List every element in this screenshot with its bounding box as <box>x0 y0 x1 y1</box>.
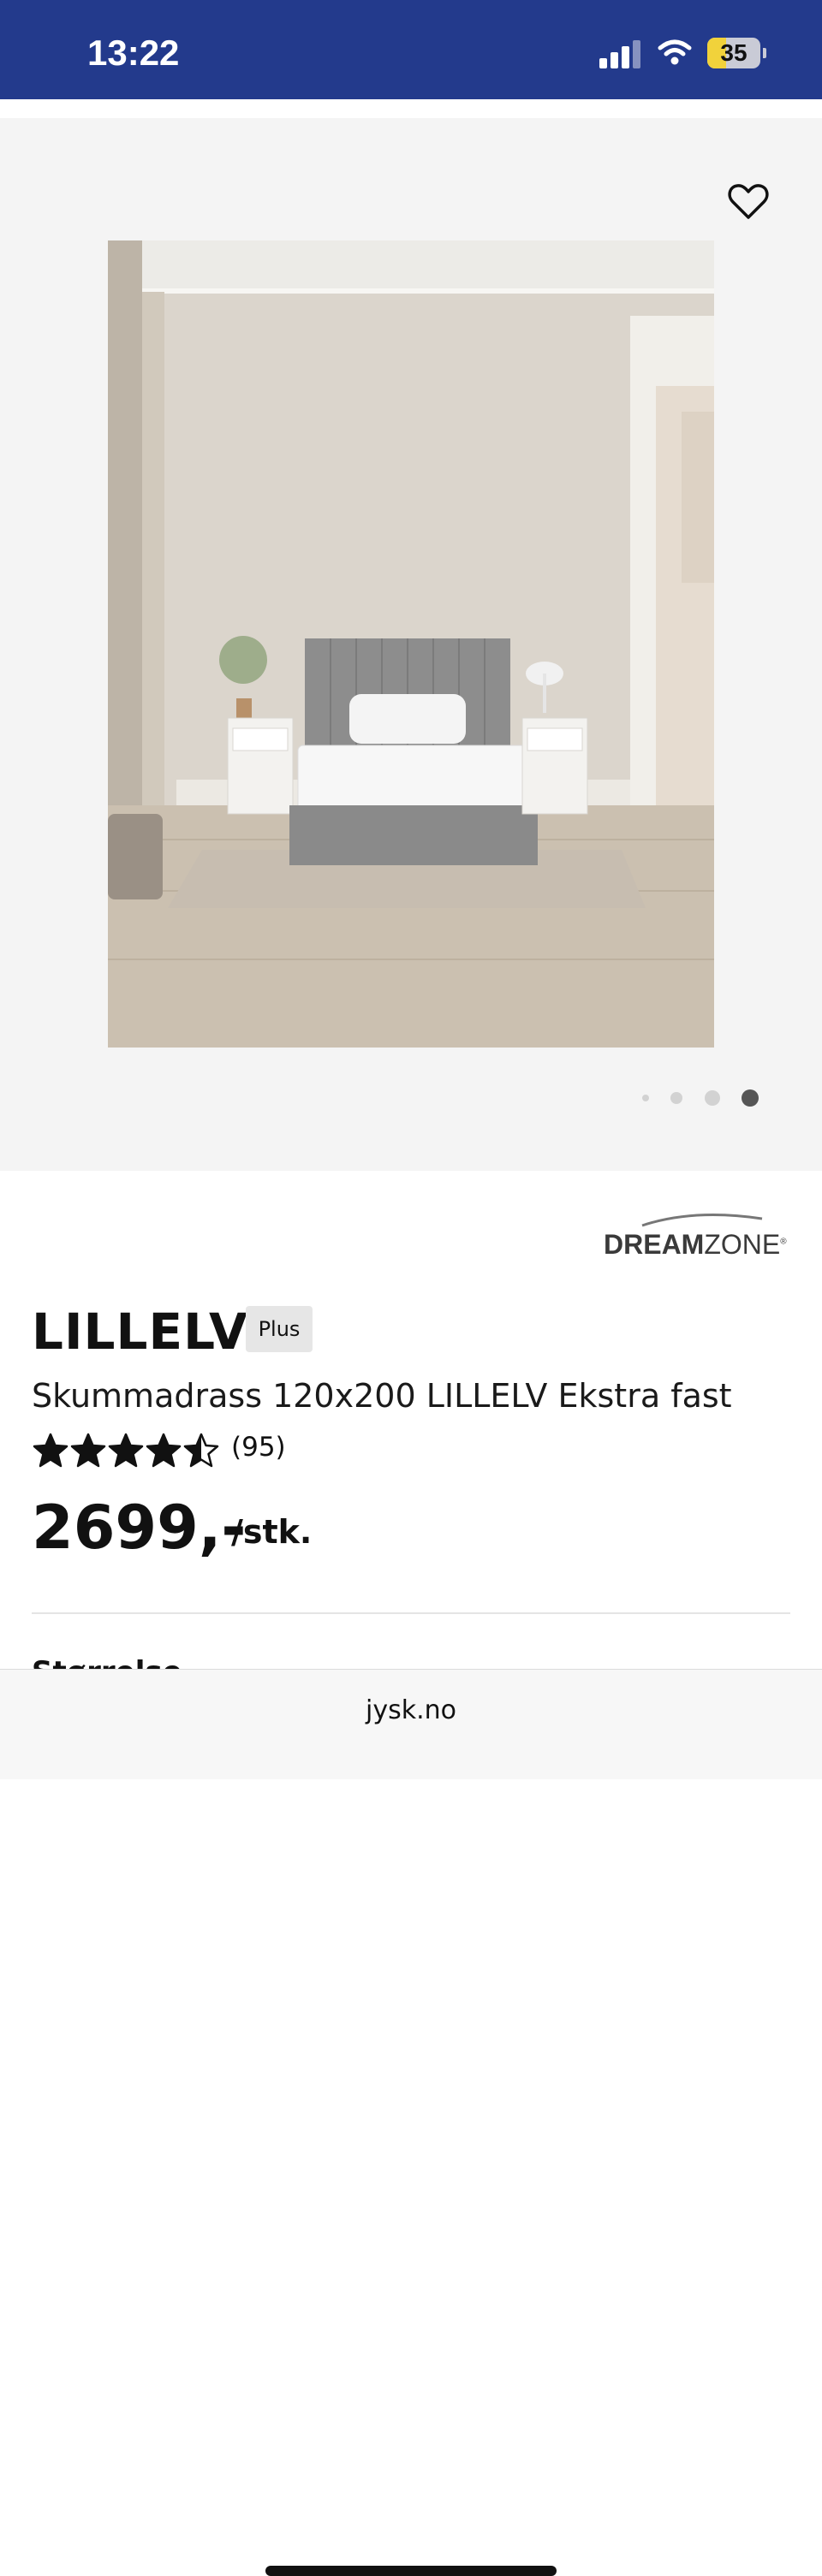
product-badge: Plus <box>246 1306 313 1352</box>
review-count[interactable]: (95) <box>231 1432 286 1463</box>
favorite-button[interactable] <box>724 178 772 226</box>
section-divider <box>32 1612 790 1614</box>
carousel-indicator[interactable] <box>637 1085 765 1111</box>
star-icon <box>33 1433 68 1468</box>
product-image[interactable] <box>108 240 714 1048</box>
product-name: LILLELV <box>32 1303 248 1361</box>
battery-icon: 35 <box>707 38 760 68</box>
home-indicator <box>265 2566 557 2576</box>
star-icon <box>146 1433 182 1468</box>
brand-logo[interactable]: DREAMZONE® <box>599 1207 791 1260</box>
carousel-dot[interactable] <box>705 1090 720 1106</box>
wifi-icon <box>658 39 692 65</box>
carousel-dot[interactable] <box>642 1095 649 1101</box>
battery-nub <box>763 48 766 58</box>
star-icon <box>70 1433 106 1468</box>
carousel-dot[interactable] <box>742 1089 759 1107</box>
cellular-signal-icon <box>599 39 642 68</box>
rating-stars[interactable] <box>33 1433 221 1472</box>
product-price: 2699,- <box>32 1493 247 1563</box>
battery-percent: 35 <box>720 39 748 66</box>
status-bar: 13:22 35 <box>0 0 822 99</box>
product-gallery[interactable] <box>0 118 822 1171</box>
url-text[interactable]: jysk.no <box>0 1695 822 1725</box>
bedroom-illustration <box>108 240 714 1048</box>
star-icon <box>183 1433 219 1468</box>
price-unit: /stk. <box>231 1513 313 1551</box>
status-time: 13:22 <box>87 33 180 73</box>
browser-address-bar[interactable]: jysk.no <box>0 1669 822 2576</box>
heart-icon <box>728 184 769 219</box>
star-icon <box>108 1433 144 1468</box>
carousel-dot[interactable] <box>670 1092 682 1104</box>
product-subtitle: Skummadrass 120x200 LILLELV Ekstra fast <box>32 1377 732 1415</box>
brand-wordmark: DREAMZONE® <box>604 1229 787 1260</box>
